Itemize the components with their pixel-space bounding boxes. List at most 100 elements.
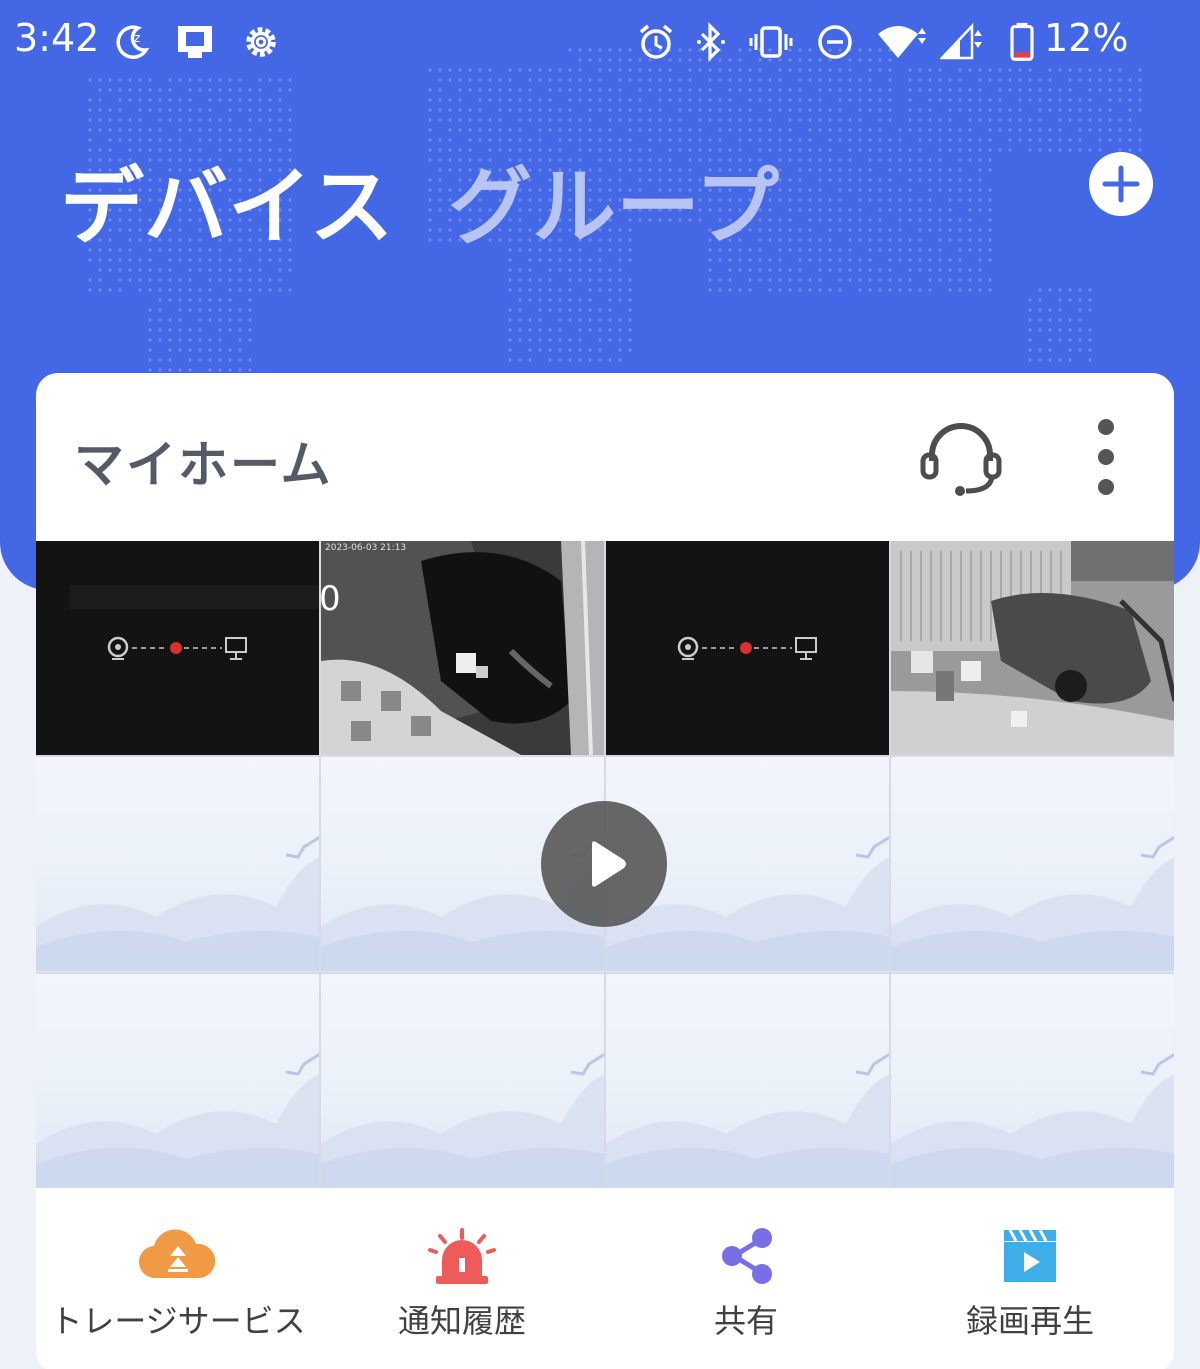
map-dot — [98, 98, 102, 102]
map-dot — [288, 78, 292, 82]
map-dot — [968, 158, 972, 162]
map-dot — [788, 198, 792, 202]
map-dot — [908, 248, 912, 252]
map-dot — [828, 88, 832, 92]
map-dot — [118, 128, 122, 132]
map-dot — [248, 88, 252, 92]
map-dot — [428, 238, 432, 242]
map-dot — [688, 98, 692, 102]
add-device-button[interactable] — [1089, 152, 1153, 216]
map-dot — [708, 78, 712, 82]
map-dot — [868, 128, 872, 132]
camera-cell-empty[interactable] — [36, 757, 319, 972]
map-dot — [808, 128, 812, 132]
map-dot — [1118, 128, 1122, 132]
map-dot — [888, 178, 892, 182]
map-dot — [248, 118, 252, 122]
camera-cell-disconnected[interactable] — [36, 541, 319, 756]
map-dot — [788, 238, 792, 242]
map-dot — [728, 128, 732, 132]
map-dot — [188, 358, 192, 362]
camera-feed-garage-1[interactable]: 2023-06-03 21:13 0 — [321, 541, 604, 756]
map-dot — [728, 288, 732, 292]
camera-cell-empty[interactable] — [36, 973, 319, 1188]
tab-groups[interactable]: グループ — [448, 140, 779, 261]
map-dot — [768, 118, 772, 122]
map-dot — [168, 88, 172, 92]
map-dot — [808, 68, 812, 72]
map-dot — [428, 228, 432, 232]
map-dot — [808, 98, 812, 102]
alarm-icon — [639, 24, 673, 59]
map-dot — [828, 108, 832, 112]
map-dot — [868, 228, 872, 232]
notification-history-button[interactable]: 通知履歴 — [320, 1188, 604, 1368]
map-dot — [918, 148, 922, 152]
map-dot — [1098, 138, 1102, 142]
map-dot — [158, 358, 162, 362]
map-dot — [838, 248, 842, 252]
cloud-storage-button[interactable]: トレージサービス — [36, 1188, 320, 1368]
map-dot — [198, 268, 202, 272]
map-dot — [708, 108, 712, 112]
map-dot — [598, 108, 602, 112]
map-dot — [808, 78, 812, 82]
map-dot — [798, 108, 802, 112]
map-dot — [858, 108, 862, 112]
map-dot — [838, 218, 842, 222]
camera-cell-empty[interactable] — [891, 757, 1174, 972]
map-dot — [698, 118, 702, 122]
map-dot — [708, 268, 712, 272]
camera-cell-empty[interactable] — [321, 973, 604, 1188]
map-dot — [98, 108, 102, 112]
map-dot — [908, 68, 912, 72]
map-dot — [1038, 138, 1042, 142]
play-all-button[interactable] — [541, 801, 667, 927]
map-dot — [1048, 98, 1052, 102]
map-dot — [498, 78, 502, 82]
map-dot — [958, 258, 962, 262]
map-dot — [968, 98, 972, 102]
map-dot — [998, 68, 1002, 72]
map-dot — [878, 278, 882, 282]
map-dot — [238, 78, 242, 82]
map-dot — [928, 188, 932, 192]
map-dot — [198, 298, 202, 302]
map-dot — [198, 358, 202, 362]
map-dot — [268, 98, 272, 102]
camera-cell-disconnected[interactable] — [606, 541, 889, 756]
map-dot — [858, 118, 862, 122]
camera-cell-empty[interactable] — [606, 973, 889, 1188]
map-dot — [598, 308, 602, 312]
map-dot — [168, 338, 172, 342]
map-dot — [868, 278, 872, 282]
map-dot — [218, 88, 222, 92]
map-dot — [148, 358, 152, 362]
map-dot — [478, 128, 482, 132]
map-dot — [958, 268, 962, 272]
map-dot — [768, 268, 772, 272]
camera-feed-garage-2[interactable] — [891, 541, 1174, 756]
map-dot — [798, 178, 802, 182]
map-dot — [908, 268, 912, 272]
map-dot — [478, 98, 482, 102]
map-dot — [808, 228, 812, 232]
map-dot — [958, 168, 962, 172]
share-button[interactable]: 共有 — [604, 1188, 888, 1368]
map-dot — [1048, 338, 1052, 342]
camera-cell-empty[interactable] — [891, 973, 1174, 1188]
wifi-icon — [878, 26, 926, 58]
playback-button[interactable]: 録画再生 — [888, 1188, 1172, 1368]
more-vertical-icon[interactable] — [1094, 415, 1118, 499]
map-dot — [938, 78, 942, 82]
map-dot — [838, 278, 842, 282]
map-dot — [268, 108, 272, 112]
map-dot — [858, 258, 862, 262]
map-dot — [938, 148, 942, 152]
tab-devices[interactable]: デバイス — [60, 140, 393, 261]
map-dot — [818, 208, 822, 212]
map-dot — [178, 348, 182, 352]
map-dot — [928, 288, 932, 292]
map-dot — [698, 128, 702, 132]
headset-icon[interactable] — [916, 415, 1006, 505]
